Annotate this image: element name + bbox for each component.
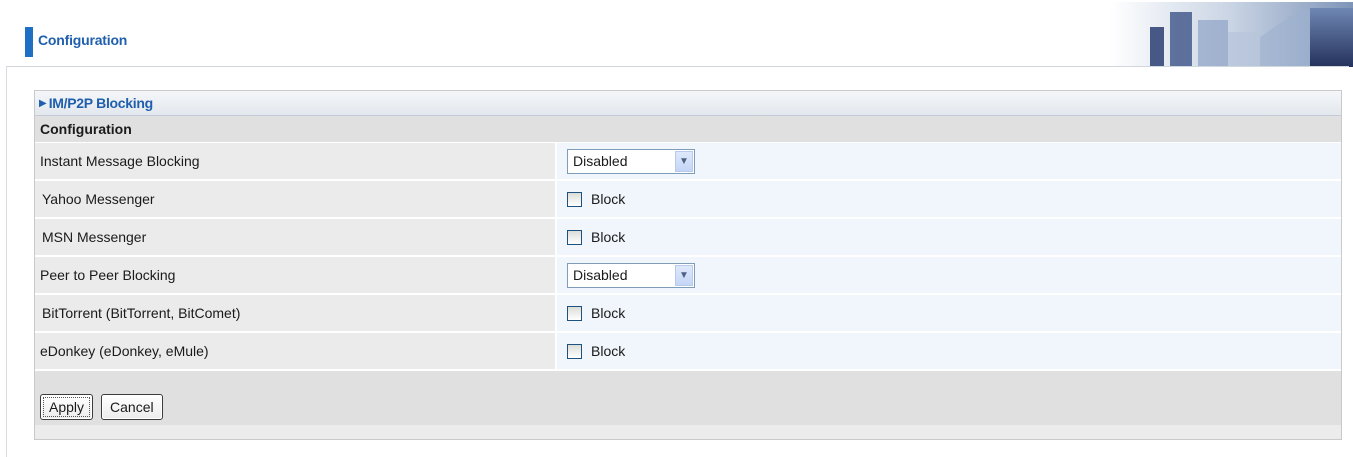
checkbox-label: Block <box>591 191 626 207</box>
instant-message-blocking-select[interactable]: Disabled ▼ <box>567 148 695 174</box>
peer-to-peer-blocking-select[interactable]: Disabled ▼ <box>567 262 695 288</box>
row-edonkey: eDonkey (eDonkey, eMule) Block <box>35 333 1341 371</box>
row-label: Instant Message Blocking <box>35 143 557 179</box>
page-header: Configuration <box>0 0 1353 70</box>
chevron-down-icon[interactable]: ▼ <box>675 150 693 172</box>
edonkey-block-option: Block <box>567 343 625 359</box>
row-value: Block <box>557 295 1341 331</box>
header-banner-image <box>1110 2 1353 67</box>
left-border <box>6 66 7 457</box>
yahoo-block-checkbox[interactable] <box>567 191 582 207</box>
checkbox-label: Block <box>591 305 626 321</box>
row-label: MSN Messenger <box>35 219 557 255</box>
page-title: Configuration <box>38 32 128 48</box>
row-label: Yahoo Messenger <box>35 181 557 217</box>
button-bar: Apply Cancel <box>35 371 1341 425</box>
select-value: Disabled <box>573 153 628 169</box>
row-label: Peer to Peer Blocking <box>35 257 557 293</box>
row-msn-messenger: MSN Messenger Block <box>35 219 1341 257</box>
bittorrent-block-option: Block <box>567 305 625 321</box>
subsection-title: Configuration <box>35 116 1341 143</box>
row-value: Block <box>557 181 1341 217</box>
row-value: Disabled ▼ <box>557 143 1341 179</box>
row-instant-message-blocking: Instant Message Blocking Disabled ▼ <box>35 143 1341 181</box>
msn-block-option: Block <box>567 229 625 245</box>
row-label: BitTorrent (BitTorrent, BitComet) <box>35 295 557 331</box>
chevron-down-icon[interactable]: ▼ <box>675 264 693 286</box>
section-header: ▶ IM/P2P Blocking <box>35 91 1341 116</box>
row-value: Block <box>557 333 1341 369</box>
yahoo-block-option: Block <box>567 191 625 207</box>
row-value: Disabled ▼ <box>557 257 1341 293</box>
row-peer-to-peer-blocking: Peer to Peer Blocking Disabled ▼ <box>35 257 1341 295</box>
checkbox-label: Block <box>591 343 626 359</box>
section-title: IM/P2P Blocking <box>48 95 153 111</box>
checkbox-label: Block <box>591 229 626 245</box>
apply-button[interactable]: Apply <box>40 394 94 420</box>
bittorrent-block-checkbox[interactable] <box>567 305 582 321</box>
edonkey-block-checkbox[interactable] <box>567 343 582 359</box>
im-p2p-blocking-panel: ▶ IM/P2P Blocking Configuration Instant … <box>34 90 1342 440</box>
msn-block-checkbox[interactable] <box>567 229 582 245</box>
title-accent-bar <box>25 27 33 57</box>
row-bittorrent: BitTorrent (BitTorrent, BitComet) Block <box>35 295 1341 333</box>
select-value: Disabled <box>573 267 628 283</box>
row-value: Block <box>557 219 1341 255</box>
cancel-button[interactable]: Cancel <box>101 394 163 420</box>
header-divider <box>6 66 1349 67</box>
row-yahoo-messenger: Yahoo Messenger Block <box>35 181 1341 219</box>
triangle-right-icon: ▶ <box>39 97 47 109</box>
row-label: eDonkey (eDonkey, eMule) <box>35 333 557 369</box>
